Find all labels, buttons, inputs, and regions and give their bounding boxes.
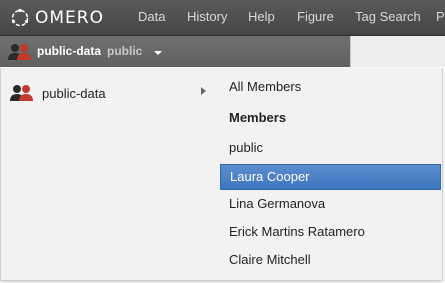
menu-group-public-data[interactable]: public-data (9, 84, 106, 102)
group-selector[interactable]: public-data public (0, 36, 350, 67)
menu-group-label: public-data (42, 85, 106, 101)
menu-all-members[interactable]: All Members (220, 74, 441, 100)
nav-overflow-item[interactable]: P (436, 9, 445, 24)
nav-help[interactable]: Help (248, 9, 275, 24)
members-header: Members (229, 110, 287, 125)
nav-history[interactable]: History (187, 9, 227, 24)
users-icon (10, 85, 33, 101)
user-name: public (107, 44, 143, 58)
toolbar-area (350, 36, 445, 67)
member-public[interactable]: public (220, 135, 441, 161)
top-navbar: OMERO Data History Help Figure Tag Searc… (0, 0, 445, 36)
omero-logo-icon (11, 8, 29, 27)
omero-logo[interactable]: OMERO (10, 7, 104, 29)
group-name: public-data (37, 44, 102, 58)
member-lina-germanova[interactable]: Lina Germanova (220, 191, 441, 217)
member-claire-mitchell[interactable]: Claire Mitchell (220, 247, 441, 273)
member-laura-cooper[interactable]: Laura Cooper (220, 164, 441, 190)
users-icon (8, 44, 31, 60)
group-dropdown-menu: public-data All Members Members public L… (0, 68, 443, 281)
chevron-down-icon[interactable] (154, 51, 162, 55)
logo-text: OMERO (35, 8, 104, 28)
member-erick-martins-ratamero[interactable]: Erick Martins Ratamero (220, 219, 441, 245)
nav-figure[interactable]: Figure (297, 9, 334, 24)
chevron-right-icon (201, 87, 206, 95)
nav-data[interactable]: Data (138, 9, 165, 24)
nav-tag-search[interactable]: Tag Search (355, 9, 421, 24)
